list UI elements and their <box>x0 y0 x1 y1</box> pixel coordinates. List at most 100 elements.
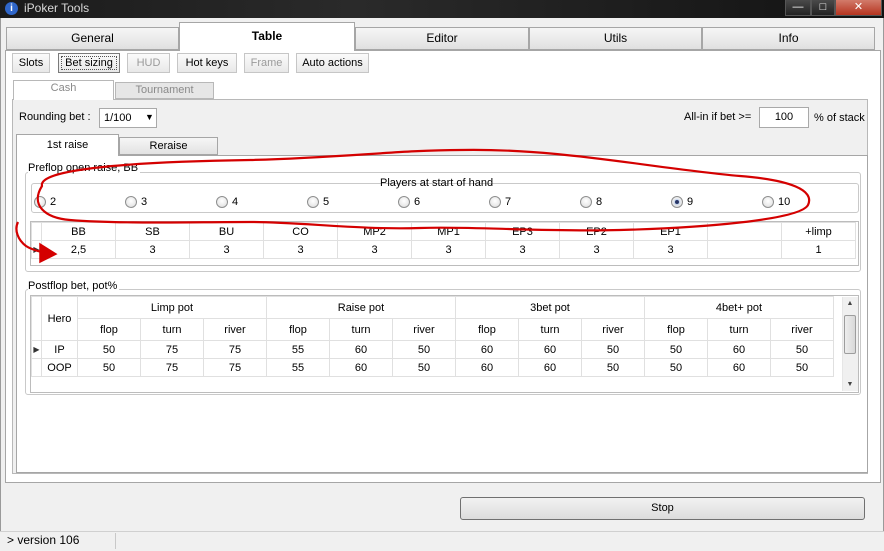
table-cell[interactable]: 2,5 <box>41 240 116 259</box>
table-cell[interactable]: 60 <box>707 340 771 359</box>
table-cell[interactable]: 60 <box>518 358 582 377</box>
table-cell[interactable]: 50 <box>581 340 645 359</box>
table-cell[interactable]: 50 <box>77 340 141 359</box>
table-row: ▶ IP 50 75 75 55 60 50 60 60 50 50 60 50 <box>31 340 834 359</box>
table-cell[interactable]: 60 <box>455 358 519 377</box>
radio-circle <box>489 196 501 208</box>
col-header-turn: turn <box>140 318 204 341</box>
radio-label: 5 <box>323 196 330 208</box>
radio-label: 6 <box>414 196 421 208</box>
radio-label: 3 <box>141 196 148 208</box>
table-header-row: BB SB BU CO MP2 MP1 EP3 EP2 EP1 +limp <box>31 222 856 241</box>
col-header: BU <box>189 222 264 241</box>
table-row: OOP 50 75 75 55 60 50 60 60 50 50 60 50 <box>31 358 834 377</box>
col-header: MP2 <box>337 222 412 241</box>
tab-cash[interactable]: Cash <box>13 80 114 100</box>
table-cell[interactable]: 3 <box>115 240 190 259</box>
subtab-auto-actions[interactable]: Auto actions <box>296 53 369 73</box>
table-cell[interactable]: 3 <box>263 240 338 259</box>
col-header: EP1 <box>633 222 708 241</box>
col-header <box>707 222 782 241</box>
chevron-down-icon[interactable]: ▼ <box>145 112 154 122</box>
table-cell[interactable]: 3 <box>337 240 412 259</box>
preflop-title: Preflop open raise, BB <box>28 162 141 174</box>
radio-label: 9 <box>687 196 694 208</box>
allin-threshold-input[interactable]: 100 <box>759 107 809 128</box>
table-cell[interactable]: 3 <box>189 240 264 259</box>
table-cell[interactable]: 1 <box>781 240 856 259</box>
subtab-bet-sizing[interactable]: Bet sizing <box>58 53 120 73</box>
subtab-hot-keys[interactable]: Hot keys <box>177 53 237 73</box>
col-header-river: river <box>770 318 834 341</box>
col-header-turn: turn <box>329 318 393 341</box>
table-cell[interactable]: 55 <box>266 340 330 359</box>
table-cell[interactable]: 50 <box>77 358 141 377</box>
tab-reraise[interactable]: Reraise <box>119 137 218 155</box>
col-header: +limp <box>781 222 856 241</box>
col-header-river: river <box>581 318 645 341</box>
table-cell[interactable]: 60 <box>329 358 393 377</box>
tab-tournament[interactable]: Tournament <box>115 82 214 99</box>
table-cell[interactable]: 50 <box>392 340 456 359</box>
tab-editor[interactable]: Editor <box>355 27 529 50</box>
table-cell[interactable] <box>707 240 782 259</box>
table-cell[interactable]: 75 <box>140 358 204 377</box>
table-cell[interactable]: 60 <box>518 340 582 359</box>
subtab-slots[interactable]: Slots <box>12 53 50 73</box>
stop-button[interactable]: Stop <box>460 497 865 520</box>
close-button[interactable]: ✕ <box>835 0 882 16</box>
table-cell[interactable]: 60 <box>707 358 771 377</box>
group-header: Raise pot <box>266 296 456 319</box>
table-cell[interactable]: 50 <box>392 358 456 377</box>
col-header-flop: flop <box>266 318 330 341</box>
subtab-hud[interactable]: HUD <box>127 53 170 73</box>
scrollbar-thumb[interactable] <box>844 315 856 354</box>
subtab-frame[interactable]: Frame <box>244 53 289 73</box>
table-cell[interactable]: 55 <box>266 358 330 377</box>
title-bar <box>0 0 884 18</box>
table-cell[interactable]: 3 <box>485 240 560 259</box>
radio-circle <box>580 196 592 208</box>
row-pointer-icon[interactable]: ▶ <box>31 340 42 359</box>
radio-label: 10 <box>778 196 791 208</box>
table-street-header-row: flop turn river flop turn river flop tur… <box>32 318 834 341</box>
tab-table[interactable]: Table <box>179 22 355 51</box>
scroll-down-icon[interactable]: ▼ <box>842 378 858 392</box>
minimize-button[interactable]: — <box>785 0 811 16</box>
table-cell[interactable]: 75 <box>203 340 267 359</box>
table-cell[interactable]: 75 <box>140 340 204 359</box>
table-cell[interactable]: 3 <box>411 240 486 259</box>
window-title: iPoker Tools <box>24 1 90 15</box>
table-cell[interactable]: 50 <box>770 340 834 359</box>
col-header: EP2 <box>559 222 634 241</box>
table-cell[interactable]: 60 <box>329 340 393 359</box>
radio-circle <box>398 196 410 208</box>
tab-info[interactable]: Info <box>702 27 875 50</box>
table-cell[interactable]: 3 <box>633 240 708 259</box>
tab-general[interactable]: General <box>6 27 179 50</box>
tab-1st-raise[interactable]: 1st raise <box>16 134 119 156</box>
col-header: BB <box>41 222 116 241</box>
allin-suffix: % of stack <box>814 112 865 124</box>
col-header-turn: turn <box>518 318 582 341</box>
rounding-label: Rounding bet : <box>19 111 91 123</box>
table-cell[interactable]: 60 <box>455 340 519 359</box>
allin-label: All-in if bet >= <box>684 111 752 123</box>
status-version: > version 106 <box>7 533 80 547</box>
table-cell[interactable]: 50 <box>581 358 645 377</box>
hero-cell: OOP <box>41 358 78 377</box>
postflop-bet-table: Hero Limp pot Raise pot 3bet pot 4bet+ p… <box>31 296 834 377</box>
row-pointer-icon[interactable]: ▶ <box>31 240 42 259</box>
row-selector[interactable] <box>31 358 42 377</box>
maximize-button[interactable]: □ <box>811 0 835 16</box>
tab-utils[interactable]: Utils <box>529 27 702 50</box>
table-cell[interactable]: 50 <box>644 340 708 359</box>
row-selector-header <box>31 222 42 241</box>
table-cell[interactable]: 50 <box>770 358 834 377</box>
table-cell[interactable]: 3 <box>559 240 634 259</box>
table-cell[interactable]: 75 <box>203 358 267 377</box>
scroll-up-icon[interactable]: ▲ <box>842 297 858 311</box>
group-header: 3bet pot <box>455 296 645 319</box>
table-cell[interactable]: 50 <box>644 358 708 377</box>
col-header-river: river <box>203 318 267 341</box>
